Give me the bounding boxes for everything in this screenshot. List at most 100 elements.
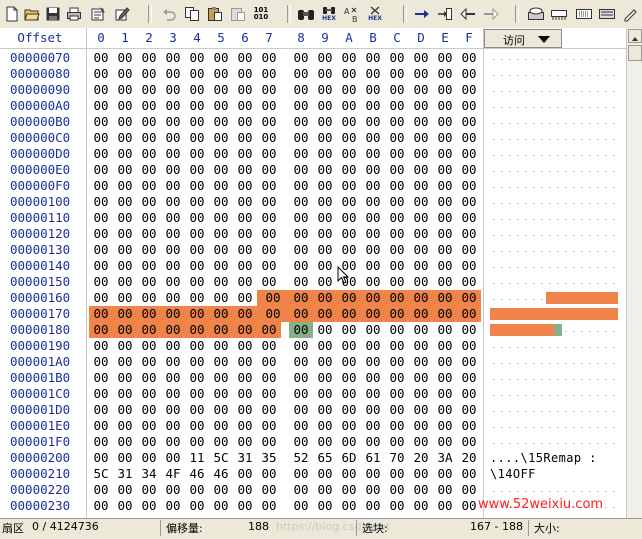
hex-byte[interactable]: 20 [457,450,481,466]
hex-byte[interactable]: 00 [257,194,281,210]
hex-byte[interactable]: 00 [233,258,257,274]
hex-byte[interactable]: 3A [433,450,457,466]
hex-byte[interactable]: 00 [257,306,289,322]
hex-byte[interactable]: 00 [385,242,409,258]
ascii-dots[interactable] [490,491,618,492]
hex-byte[interactable]: 00 [409,434,433,450]
hex-byte[interactable]: 00 [161,226,185,242]
hex-byte[interactable]: 00 [409,226,433,242]
hex-byte[interactable]: 00 [209,386,233,402]
row-offset[interactable]: 00000120 [10,226,70,242]
hex-byte[interactable]: 00 [209,482,233,498]
hex-byte[interactable]: 00 [89,274,113,290]
hex-byte[interactable]: 00 [409,98,433,114]
hex-byte[interactable]: 00 [113,434,137,450]
hex-byte[interactable]: 00 [233,178,257,194]
hex-byte[interactable]: 00 [289,242,313,258]
hex-byte[interactable]: 00 [289,210,313,226]
hex-byte[interactable]: 00 [209,322,233,338]
ascii-dots[interactable] [490,395,618,396]
hex-byte[interactable]: 00 [337,226,361,242]
hex-byte[interactable]: 00 [137,386,161,402]
hex-byte[interactable]: 00 [185,418,209,434]
hex-byte[interactable]: 00 [113,114,137,130]
hex-byte[interactable]: 00 [257,322,281,338]
hex-byte[interactable]: 00 [457,306,481,322]
ascii-text[interactable]: ....\15Remap : [490,450,597,466]
find-button[interactable] [296,4,316,24]
hex-byte[interactable]: 00 [385,498,409,514]
hex-byte[interactable]: 00 [337,482,361,498]
hex-byte[interactable]: 00 [409,482,433,498]
hex-byte[interactable]: 00 [89,434,113,450]
hex-byte[interactable]: 00 [409,114,433,130]
hex-byte[interactable]: 00 [137,194,161,210]
hex-byte[interactable]: 00 [361,306,385,322]
hex-byte[interactable]: 00 [113,194,137,210]
hex-byte[interactable]: 00 [289,274,313,290]
hex-byte[interactable]: 00 [289,290,313,306]
hex-byte[interactable]: 00 [409,130,433,146]
hex-byte[interactable]: 00 [257,82,281,98]
hex-byte[interactable]: 00 [89,130,113,146]
hex-byte[interactable]: 00 [209,274,233,290]
hex-byte[interactable]: 00 [161,162,185,178]
hex-byte[interactable]: 00 [409,242,433,258]
hex-byte[interactable]: 00 [337,98,361,114]
hex-byte[interactable]: 00 [137,130,161,146]
hex-byte[interactable]: 00 [361,50,385,66]
hex-byte[interactable]: 00 [113,322,137,338]
hex-byte[interactable]: 00 [433,130,457,146]
hex-byte[interactable]: 00 [209,370,233,386]
row-offset[interactable]: 00000070 [10,50,70,66]
hex-byte[interactable]: 00 [185,50,209,66]
hex-byte[interactable]: 00 [433,338,457,354]
hex-byte[interactable]: 31 [113,466,137,482]
hex-byte[interactable]: 00 [137,450,161,466]
hex-byte[interactable]: 00 [361,258,385,274]
hex-byte[interactable]: 00 [137,66,161,82]
ascii-dots[interactable] [490,347,618,348]
hex-byte[interactable]: 00 [385,482,409,498]
hex-byte[interactable]: 00 [457,370,481,386]
hex-byte[interactable]: 00 [233,114,257,130]
hex-byte[interactable]: 00 [385,98,409,114]
hex-byte[interactable]: 00 [433,258,457,274]
settings-button[interactable] [620,4,640,24]
hex-byte[interactable]: 00 [209,210,233,226]
hex-byte[interactable]: 00 [113,498,137,514]
hex-byte[interactable]: 00 [257,258,281,274]
ascii-dots[interactable] [490,123,618,124]
hex-byte[interactable]: 00 [409,178,433,194]
hex-byte[interactable]: 00 [161,50,185,66]
hex-byte[interactable]: 00 [337,66,361,82]
hex-byte[interactable]: 34 [137,466,161,482]
hex-byte[interactable]: 46 [185,466,209,482]
hex-byte[interactable]: 00 [257,210,281,226]
hex-byte[interactable]: 00 [361,226,385,242]
hex-byte[interactable]: 00 [433,498,457,514]
hex-byte[interactable]: 00 [185,82,209,98]
hex-byte[interactable]: 00 [361,210,385,226]
hex-byte[interactable]: 00 [457,482,481,498]
hex-byte[interactable]: 00 [161,210,185,226]
hex-byte[interactable]: 00 [233,370,257,386]
hex-byte[interactable]: 00 [289,466,313,482]
row-offset[interactable]: 000001D0 [10,402,70,418]
hex-byte[interactable]: 00 [289,354,313,370]
hex-byte[interactable]: 00 [185,258,209,274]
hex-byte[interactable]: 00 [337,434,361,450]
hex-byte[interactable]: 00 [233,98,257,114]
hex-byte[interactable]: 00 [433,162,457,178]
binary-button[interactable]: 101 010 [251,4,271,24]
undo-button[interactable] [159,4,179,24]
hex-byte[interactable]: 00 [433,146,457,162]
hex-byte[interactable]: 00 [337,114,361,130]
hex-byte[interactable]: 00 [185,146,209,162]
hex-byte[interactable]: 00 [313,98,337,114]
hex-byte[interactable]: 00 [89,210,113,226]
hex-byte[interactable]: 00 [185,354,209,370]
hex-byte[interactable]: 00 [313,290,337,306]
hex-byte[interactable]: 00 [89,50,113,66]
hex-byte[interactable]: 00 [289,178,313,194]
